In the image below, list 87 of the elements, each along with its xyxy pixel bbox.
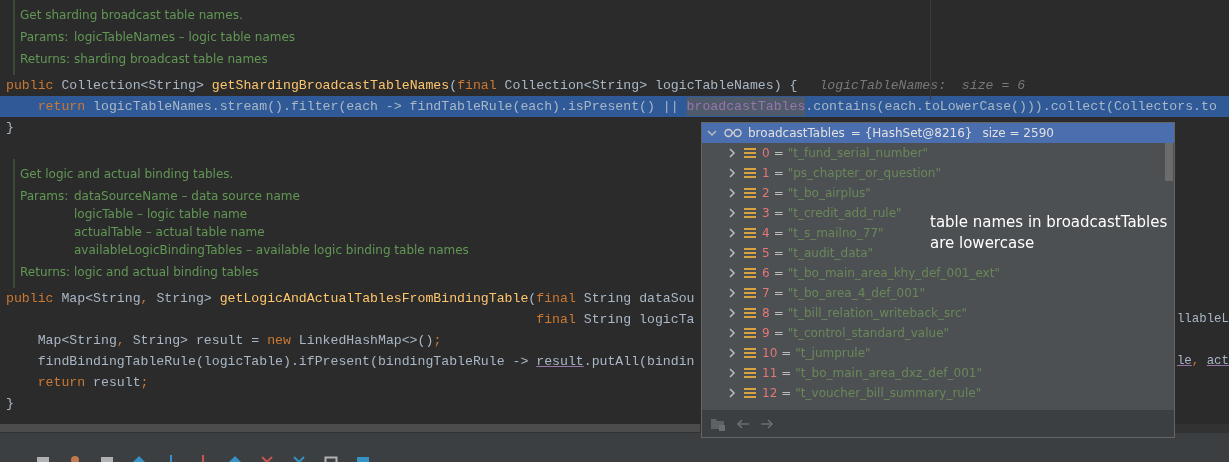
code-token: result — [93, 373, 141, 392]
expand-caret-icon[interactable] — [726, 167, 738, 179]
doc-label: Params: — [20, 188, 70, 205]
reference-link[interactable]: act — [1206, 352, 1229, 371]
list-icon — [744, 307, 756, 319]
reference-link[interactable]: le — [1176, 352, 1192, 371]
list-icon — [744, 267, 756, 279]
list-icon — [744, 147, 756, 159]
code-token: return — [36, 97, 87, 116]
code-token: String logicTa — [583, 310, 695, 329]
glasses-icon — [724, 128, 742, 138]
code-token: final — [535, 310, 577, 329]
annotation-text: table names in broadcastTables are lowercase — [930, 212, 1168, 254]
code-token: Map<String — [61, 289, 141, 308]
doc-label: Params: — [20, 29, 70, 46]
code-token: getShardingBroadcastTableNames — [211, 76, 450, 95]
scrollbar-thumb[interactable] — [1165, 143, 1173, 181]
code-token: public — [6, 76, 55, 95]
doc-summary: Get logic and actual binding tables. — [20, 167, 234, 181]
inline-hint: logicTableNames: size = 6 — [819, 76, 1026, 95]
expand-caret-icon[interactable] — [726, 227, 738, 239]
doc-summary: Get sharding broadcast table names. — [20, 8, 243, 22]
scrollbar-thumb[interactable] — [0, 424, 700, 432]
expand-caret-icon[interactable] — [726, 367, 738, 379]
code-token: } — [6, 394, 14, 413]
expand-caret-icon[interactable] — [726, 187, 738, 199]
code-token: Collection<String> — [61, 76, 205, 95]
list-icon — [744, 187, 756, 199]
code-token: String> — [156, 289, 213, 308]
doc-text: logic and actual binding tables — [74, 264, 259, 281]
doc-text: logicTable – logic table name — [74, 206, 249, 223]
code-token: final — [536, 289, 577, 308]
code-token: logicTableNames.stream().filter(each -> findTableRule(each).isPresent() || — [93, 97, 680, 116]
expand-caret-icon[interactable] — [726, 307, 738, 319]
code-token: String> result = — [132, 331, 261, 350]
list-icon — [744, 167, 756, 179]
highlighted-identifier: broadcastTables — [686, 96, 806, 117]
expand-caret-icon[interactable] — [726, 247, 738, 259]
code-token: llableL — [1176, 311, 1229, 329]
code-token: .contains(each.toLowerCase())).collect(Collectors.to — [805, 97, 1217, 116]
doc-text: logicTableNames – logic table names — [74, 29, 296, 46]
doc-label: Returns: — [20, 51, 70, 68]
reference-link[interactable]: result — [536, 351, 584, 372]
code-token: getLogicAndActualTablesFromBindingTable — [219, 289, 529, 308]
expand-caret-icon[interactable] — [726, 327, 738, 339]
doc-text: sharding broadcast table names — [74, 51, 268, 68]
code-token: ; — [140, 373, 149, 392]
list-icon — [744, 367, 756, 379]
code-token: ( — [528, 289, 537, 308]
code-token: ( — [449, 76, 458, 95]
expand-caret-icon[interactable] — [726, 207, 738, 219]
expand-caret-icon[interactable] — [726, 347, 738, 359]
doc-text: dataSourceName – data source name — [74, 188, 301, 205]
expand-caret-icon[interactable] — [726, 147, 738, 159]
variable-value: = {HashSet@8216} — [850, 125, 973, 142]
code-token: new — [267, 331, 292, 350]
list-icon — [744, 287, 756, 299]
code-token: LinkedHashMap<>() — [298, 331, 434, 350]
code-token: findBindingTableRule(logicTable).ifPresent(bindingTableRule -> — [36, 352, 530, 371]
variable-size: size = 2590 — [982, 125, 1054, 142]
variable-name: broadcastTables — [748, 125, 845, 142]
code-token: Collection<String> logicTableNames) { — [504, 76, 798, 95]
list-icon — [744, 227, 756, 239]
list-icon — [744, 247, 756, 259]
doc-label: Returns: — [20, 264, 70, 281]
expand-caret-icon[interactable] — [726, 387, 738, 399]
code-token: ; — [433, 331, 442, 350]
doc-text: availableLogicBindingTables – available logic binding table names — [74, 242, 469, 259]
list-icon — [744, 347, 756, 359]
code-token: .putAll(bindin — [583, 352, 695, 371]
list-icon — [744, 207, 756, 219]
collapse-caret-icon[interactable] — [706, 127, 718, 139]
code-token: } — [6, 118, 14, 137]
code-token: String dataSou — [583, 289, 695, 308]
code-token: return — [36, 373, 87, 392]
list-icon — [744, 387, 756, 399]
expand-caret-icon[interactable] — [726, 287, 738, 299]
expand-caret-icon[interactable] — [726, 267, 738, 279]
code-token: , — [116, 331, 126, 350]
tree-row[interactable]: broadcastTables = {HashSet@8216} size = 2590 — [702, 123, 1174, 143]
doc-text: actualTable – actual table name — [74, 224, 266, 241]
code-token: , — [1191, 353, 1201, 371]
code-token: public — [6, 289, 55, 308]
list-icon — [744, 327, 756, 339]
code-token: final — [457, 76, 498, 95]
code-token: , — [140, 289, 150, 308]
code-token: Map<String — [36, 331, 117, 350]
